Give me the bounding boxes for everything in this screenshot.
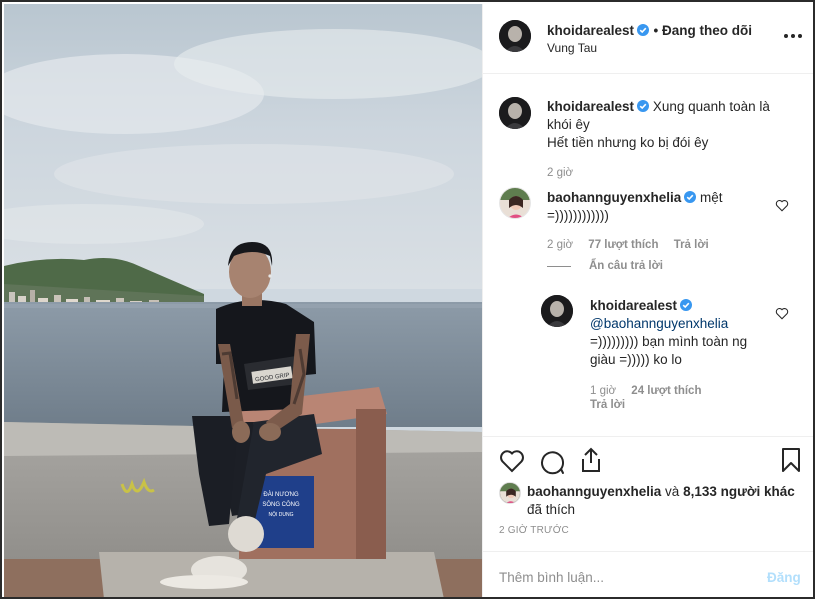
comment-avatar-baohannguyenxhelia[interactable]	[499, 187, 531, 219]
likes-connector: và	[665, 484, 680, 499]
likes-summary: baohannguyenxhelia và 8,133 người khác	[527, 483, 807, 501]
caption-text-line-1: Xung quanh toàn là	[652, 99, 770, 114]
liker-username[interactable]: baohannguyenxhelia	[527, 484, 661, 499]
comment-1-likes[interactable]: 77 lượt thích	[588, 239, 658, 251]
sign-line-3: NỘI DUNG	[269, 511, 294, 518]
post-actions: baohannguyenxhelia và 8,133 người khác đ…	[483, 436, 813, 551]
hide-replies-button[interactable]: Ẩn câu trả lời	[589, 260, 663, 272]
post-header: khoidarealest • Đang theo dõi Vung Tau	[483, 4, 813, 74]
avatar-image	[500, 483, 520, 503]
reply-1-text-line-2: giàu =))))) ko lo	[590, 352, 682, 367]
reply-1-text-line-1: =))))))))) bạn mình toàn ng	[590, 334, 748, 349]
add-comment-input[interactable]	[499, 566, 749, 588]
author-avatar[interactable]	[499, 20, 531, 52]
share-icon[interactable]	[579, 447, 603, 473]
comment-bubble-icon[interactable]	[539, 449, 565, 475]
likes-suffix: đã thích	[527, 502, 576, 517]
avatar-image	[500, 188, 530, 218]
post-side-panel: khoidarealest • Đang theo dõi Vung Tau k…	[482, 4, 813, 597]
post-photo[interactable]: ĐÀI NƯƠNG SÔNG CÔNG NỘI DUNG GOOD GRIP	[4, 4, 482, 597]
verified-badge-icon	[680, 299, 693, 311]
caption-text-line-3: Hết tiền nhưng ko bị đói êy	[547, 135, 709, 150]
comment-1-text-line-1: mệt	[700, 190, 723, 205]
comment-1-meta: 2 giờ 77 lượt thích Trả lời	[547, 239, 709, 251]
sign-line-2: SÔNG CÔNG	[262, 501, 300, 508]
avatar-image	[541, 295, 573, 327]
dots-glyph	[784, 34, 802, 38]
save-bookmark-icon[interactable]	[781, 447, 801, 473]
post-timestamp[interactable]: 2 GIỜ TRƯỚC	[499, 525, 569, 536]
avatar-image	[499, 20, 531, 52]
reply-1-mention[interactable]: @baohannguyenxhelia	[590, 315, 770, 333]
likes-others[interactable]: 8,133 người khác	[683, 484, 795, 499]
reply-avatar[interactable]	[541, 295, 573, 327]
verified-badge-icon	[637, 100, 650, 112]
reply-1-time[interactable]: 1 giờ	[590, 385, 616, 397]
reply-1-reply-button[interactable]: Trả lời	[590, 399, 625, 411]
reply-1-meta: 1 giờ 24 lượt thích	[590, 385, 701, 397]
more-options-icon[interactable]	[783, 28, 803, 44]
verified-badge-icon	[637, 24, 650, 36]
caption-time[interactable]: 2 giờ	[547, 167, 573, 179]
comment-1-text-line-2: =))))))))))))	[547, 208, 609, 223]
post-dialog: ĐÀI NƯƠNG SÔNG CÔNG NỘI DUNG GOOD GRIP k…	[0, 0, 815, 599]
post-comment-button[interactable]: Đăng	[767, 570, 801, 585]
comment-1: baohannguyenxhelia mệt =))))))))))))	[547, 189, 777, 225]
photo-scene: ĐÀI NƯƠNG SÔNG CÔNG NỘI DUNG GOOD GRIP	[4, 4, 482, 597]
like-comment-1-heart-icon[interactable]	[775, 199, 789, 212]
comment-1-reply-button[interactable]: Trả lời	[674, 239, 709, 251]
comment-1-username[interactable]: baohannguyenxhelia	[547, 190, 681, 205]
reply-1: khoidarealest @baohannguyenxhelia =)))))…	[590, 297, 770, 369]
reply-1-username[interactable]: khoidarealest	[590, 298, 677, 313]
follow-status[interactable]: • Đang theo dõi	[654, 23, 752, 38]
liker-avatar[interactable]	[499, 482, 521, 504]
add-comment-bar: Đăng	[483, 551, 813, 597]
location-link[interactable]: Vung Tau	[547, 41, 597, 55]
caption: khoidarealest Xung quanh toàn là khói êy…	[547, 98, 797, 152]
reply-1-likes[interactable]: 24 lượt thích	[631, 385, 701, 397]
comments-list[interactable]: khoidarealest Xung quanh toàn là khói êy…	[483, 75, 813, 435]
comment-1-time[interactable]: 2 giờ	[547, 239, 573, 251]
caption-text-line-2: khói êy	[547, 117, 590, 132]
verified-badge-icon	[684, 191, 697, 203]
sign-line-1: ĐÀI NƯƠNG	[263, 491, 299, 498]
caption-avatar[interactable]	[499, 97, 531, 129]
like-reply-1-heart-icon[interactable]	[775, 307, 789, 320]
avatar-image	[499, 97, 531, 129]
header-title-row: khoidarealest • Đang theo dõi	[547, 22, 752, 40]
like-heart-icon[interactable]	[499, 449, 525, 473]
caption-username[interactable]: khoidarealest	[547, 99, 634, 114]
author-username[interactable]: khoidarealest	[547, 23, 634, 38]
replies-divider	[547, 266, 571, 267]
